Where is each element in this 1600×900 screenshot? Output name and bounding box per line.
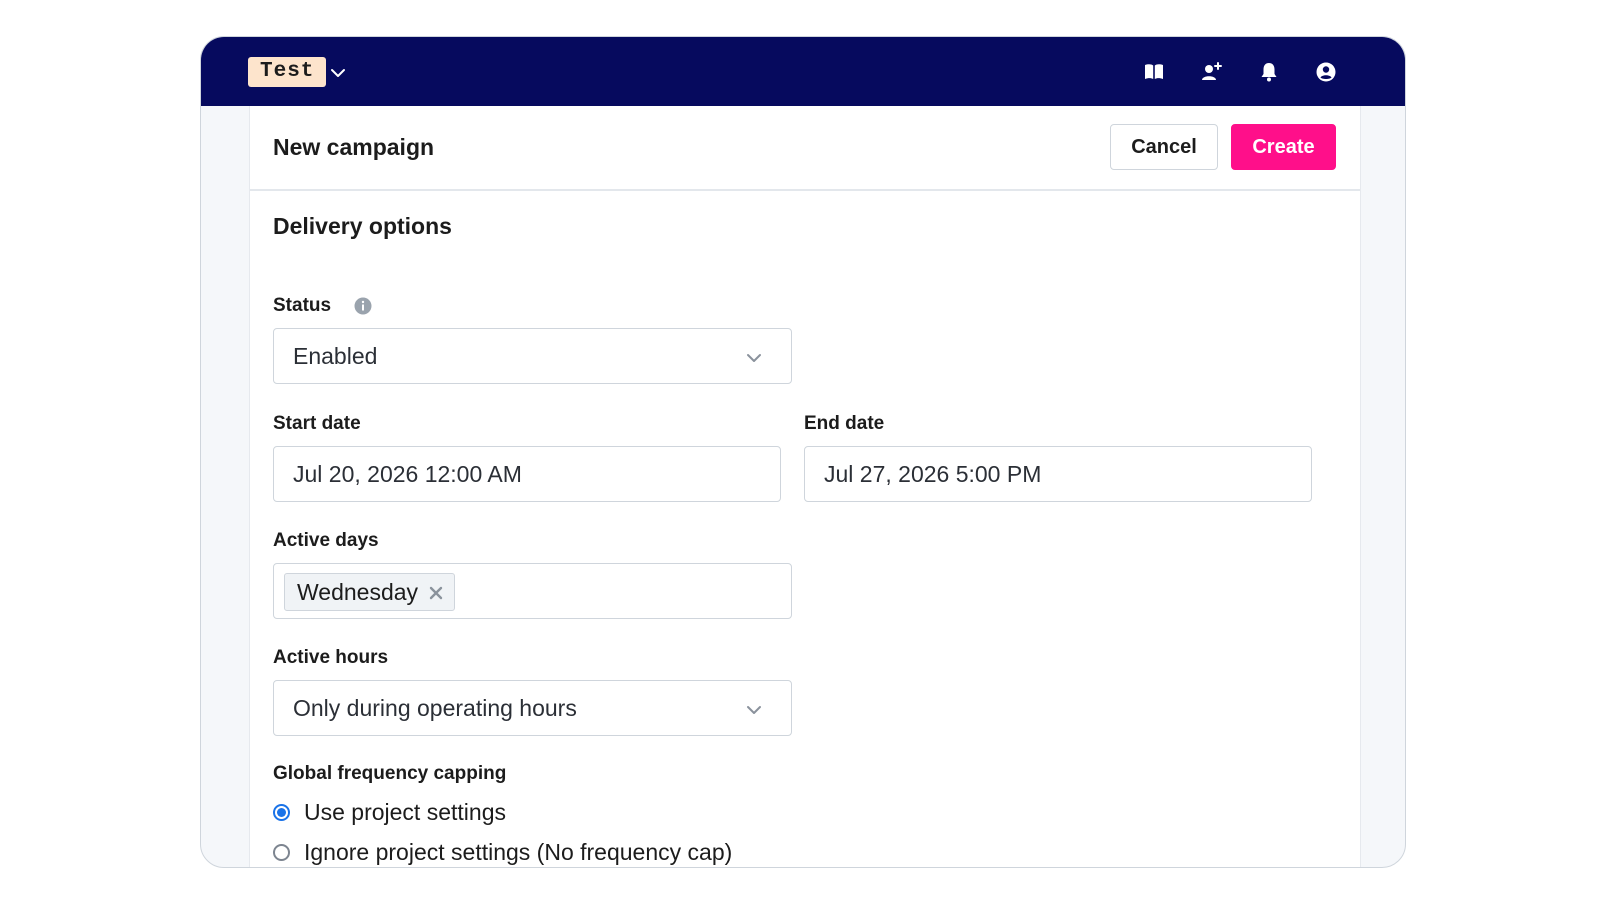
day-chip-label: Wednesday	[297, 579, 419, 605]
end-date-input[interactable]: Jul 27, 2026 5:00 PM	[804, 446, 1312, 502]
active-days-label: Active days	[273, 530, 379, 551]
chevron-down-icon	[747, 706, 761, 714]
status-value: Enabled	[293, 343, 378, 369]
active-hours-value: Only during operating hours	[293, 695, 577, 721]
top-bar: Test	[201, 37, 1405, 106]
status-select[interactable]: Enabled	[273, 328, 792, 384]
close-icon[interactable]	[428, 585, 444, 601]
radio-button[interactable]	[273, 844, 290, 861]
start-date-value: Jul 20, 2026 12:00 AM	[293, 461, 522, 487]
info-icon[interactable]	[354, 297, 372, 315]
active-hours-label: Active hours	[273, 647, 389, 668]
active-hours-select[interactable]: Only during operating hours	[273, 680, 792, 736]
chevron-down-icon[interactable]	[328, 63, 348, 83]
end-date-value: Jul 27, 2026 5:00 PM	[824, 461, 1042, 487]
status-label: Status	[273, 295, 332, 316]
active-days-multiselect[interactable]: Wednesday	[273, 563, 792, 619]
end-date-label: End date	[804, 413, 885, 434]
chevron-down-icon	[747, 354, 761, 362]
create-button[interactable]: Create	[1231, 124, 1336, 170]
panel-header: New campaign Cancel Create	[250, 106, 1360, 191]
start-date-input[interactable]: Jul 20, 2026 12:00 AM	[273, 446, 781, 502]
section-title: Delivery options	[273, 213, 452, 239]
environment-badge[interactable]: Test	[248, 57, 327, 87]
radio-label: Use project settings	[304, 799, 506, 825]
radio-label: Ignore project settings (No frequency ca…	[304, 839, 733, 865]
app-window: Test New campaign Cancel Create Delivery…	[200, 36, 1406, 868]
page-title: New campaign	[273, 134, 435, 160]
day-chip: Wednesday	[284, 573, 456, 611]
book-icon[interactable]	[1142, 60, 1166, 84]
add-user-icon[interactable]	[1200, 60, 1224, 84]
radio-button-selected[interactable]	[273, 804, 290, 821]
bell-icon[interactable]	[1257, 60, 1281, 84]
cancel-button[interactable]: Cancel	[1110, 124, 1218, 170]
start-date-label: Start date	[273, 413, 361, 434]
account-icon[interactable]	[1314, 60, 1338, 84]
frequency-capping-label: Global frequency capping	[273, 763, 507, 784]
campaign-panel: New campaign Cancel Create Delivery opti…	[249, 106, 1361, 867]
